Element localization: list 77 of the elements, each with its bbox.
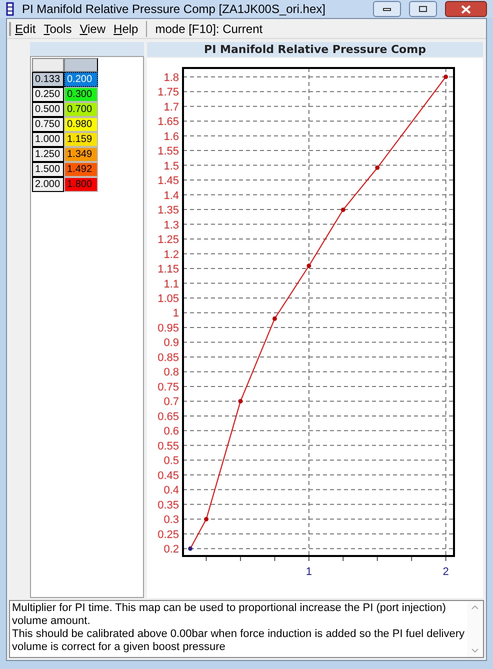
description-text: Multiplier for PI time. This map can be used to proportional increase the PI (port injection) volume amount. [12,602,447,628]
close-icon [461,4,471,14]
y-tick-label: 1.55 [158,146,179,158]
data-point [444,74,448,80]
y-tick-label: 0.7 [164,396,179,408]
y-tick-label: 1.65 [158,116,179,128]
minimize-icon [383,8,391,10]
y-tick-label: 0.85 [158,352,179,364]
table-cell[interactable]: 1.349 [64,147,98,162]
menu-item[interactable]: Edit [15,20,36,38]
y-tick-label: 0.45 [158,470,179,482]
y-tick-label: 0.8 [164,366,179,379]
y-tick-label: 1.25 [158,234,179,246]
table-cell[interactable]: 0.700 [64,102,98,117]
menu-item[interactable]: Help [114,20,138,38]
data-point [238,399,243,404]
y-tick-label: 1.15 [158,264,179,276]
y-tick-label: 0.95 [158,322,179,334]
row-header: 1.500 [32,162,64,177]
x-tick-label: 1 [306,566,312,578]
maximize-icon [419,6,427,12]
window-title: PI Manifold Relative Pressure Comp [ZA1JK00S_ori.hex] [22,1,326,18]
row-header: 1.250 [32,147,64,162]
description-text: This should be calibrated above 0.00bar when force induction is added so the PI fuel delivery volume is correct for a given boost pressure [12,628,465,654]
menu-item[interactable]: View [80,20,106,38]
data-point [375,165,380,170]
row-header: 0.250 [32,87,64,102]
y-tick-label: 1.6 [164,130,179,143]
y-tick-label: 0.65 [158,410,179,423]
y-tick-label: 1.75 [158,86,179,99]
y-tick-label: 1.1 [164,278,179,290]
y-tick-label: 0.6 [164,426,179,438]
corner-cell [32,58,64,72]
y-tick-label: 1.2 [164,248,179,261]
y-tick-label: 1.7 [164,101,179,114]
table-cell[interactable]: 1.159 [64,132,98,147]
y-tick-label: 1.45 [158,175,179,188]
y-tick-label: 1.05 [158,293,179,305]
table-cell[interactable]: 0.300 [64,87,98,102]
y-tick-label: 0.4 [164,484,179,497]
y-tick-label: 0.25 [158,528,179,541]
mode-label: mode [F10]: Current [155,20,263,38]
y-tick-label: 1.5 [164,160,179,172]
row-header: 0.750 [32,117,64,132]
y-tick-label: 0.75 [158,381,179,394]
close-button[interactable] [445,1,487,17]
row-header: 0.500 [32,102,64,117]
data-point [188,546,192,551]
y-tick-label: 1.3 [164,219,179,232]
y-tick-label: 1 [172,308,179,320]
data-point [204,516,208,522]
y-tick-label: 1.8 [164,72,179,84]
y-tick-label: 0.3 [164,514,179,526]
table-cell[interactable]: 1.492 [64,162,98,177]
minimize-button[interactable] [373,1,401,17]
y-tick-label: 0.55 [158,440,179,452]
y-tick-label: 0.9 [164,337,179,350]
table-cell[interactable]: 0.200 [64,72,98,87]
menu-item[interactable]: Tools [44,20,72,38]
data-point [306,264,312,268]
x-tick-label: 2 [442,566,449,578]
table-cell[interactable]: 1.800 [64,177,98,192]
app-icon [6,2,14,16]
table-cell[interactable]: 0.980 [64,117,98,132]
y-tick-label: 0.5 [164,455,179,468]
row-header: 0.133 [32,72,64,87]
data-point [272,316,277,321]
y-tick-label: 0.35 [158,499,179,512]
chart-title: PI Manifold Relative Pressure Comp [147,42,483,57]
y-tick-label: 1.35 [158,204,179,217]
row-header: 1.000 [32,132,64,147]
y-tick-label: 1.4 [164,190,179,202]
row-header: 2.000 [32,177,64,192]
column-header [64,58,98,72]
data-point [340,208,346,212]
y-tick-label: 0.2 [164,544,179,556]
maximize-button[interactable] [409,1,437,17]
